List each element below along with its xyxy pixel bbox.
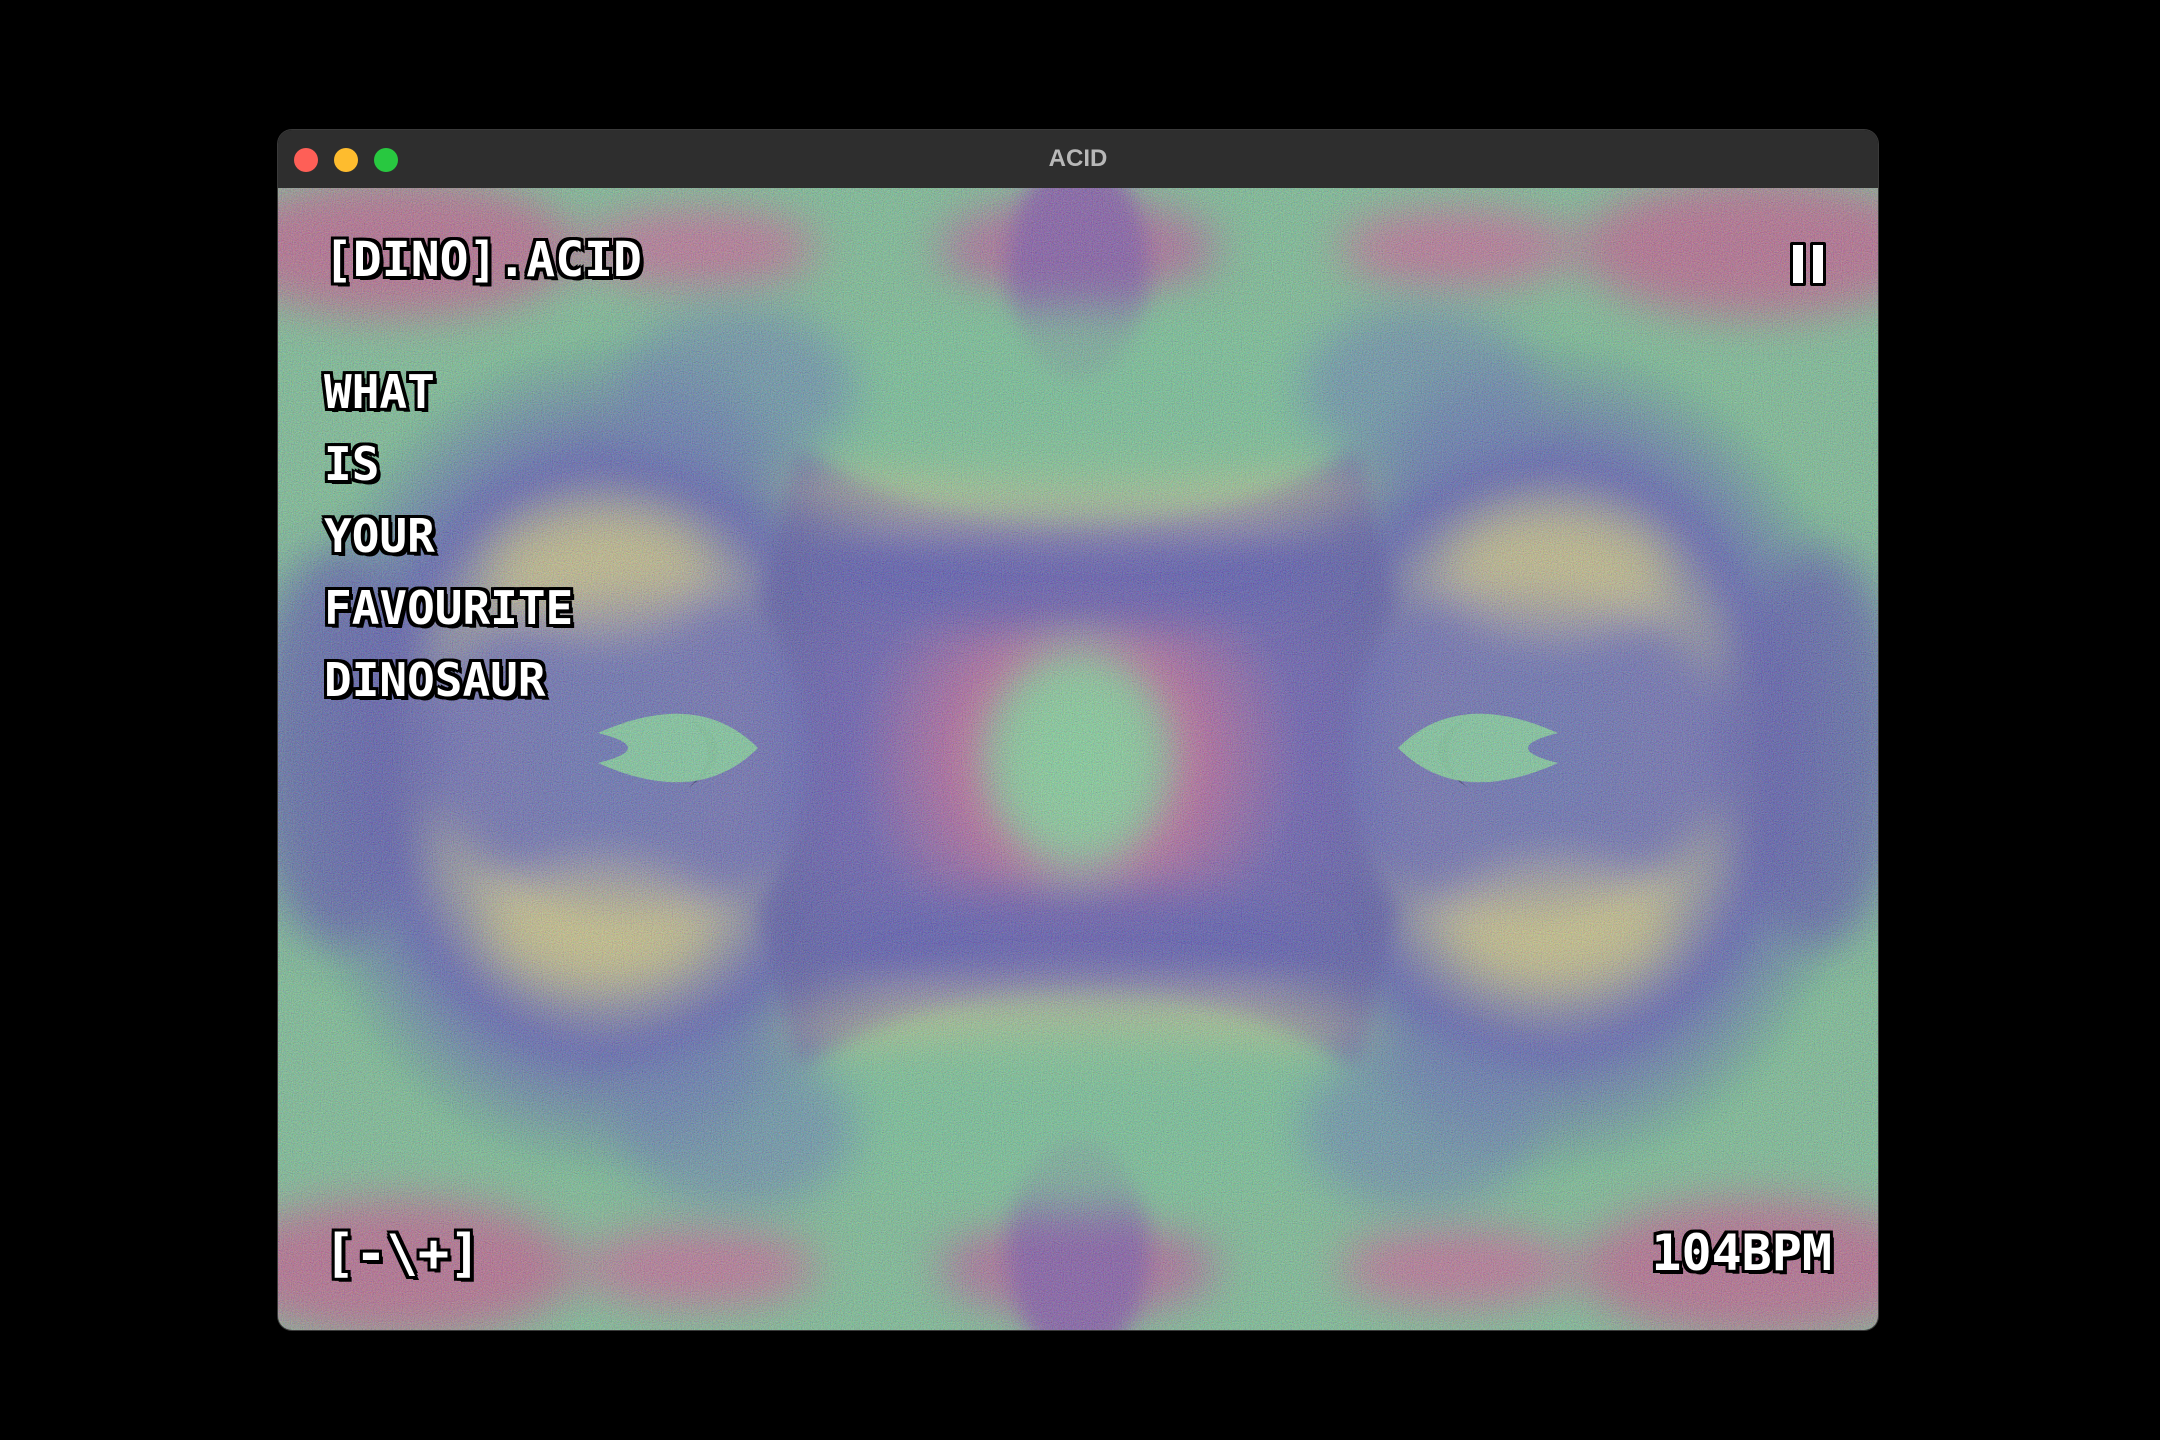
title-bar[interactable]: ACID [278,130,1878,189]
app-window: ACID [DINO].ACID WHAT IS YOUR FAVOURITE … [278,130,1878,1330]
prompt-line: WHAT [324,365,435,419]
pause-bar-right [1810,242,1826,286]
prompt-text: WHAT IS YOUR FAVOURITE DINOSAUR [324,356,573,716]
pause-bar-left [1790,242,1806,286]
prompt-line: YOUR [324,509,435,563]
speed-controls[interactable]: [-\+] [324,1224,481,1284]
sketch-title: [DINO].ACID [324,232,642,288]
prompt-line: DINOSAUR [324,653,546,707]
prompt-line: FAVOURITE [324,581,574,635]
prompt-line: IS [324,437,380,491]
bpm-readout: 104BPM [1651,1224,1832,1282]
visualizer-area[interactable]: [DINO].ACID WHAT IS YOUR FAVOURITE DINOS… [278,188,1878,1330]
window-title: ACID [1048,145,1108,172]
pause-icon[interactable] [1786,238,1830,288]
